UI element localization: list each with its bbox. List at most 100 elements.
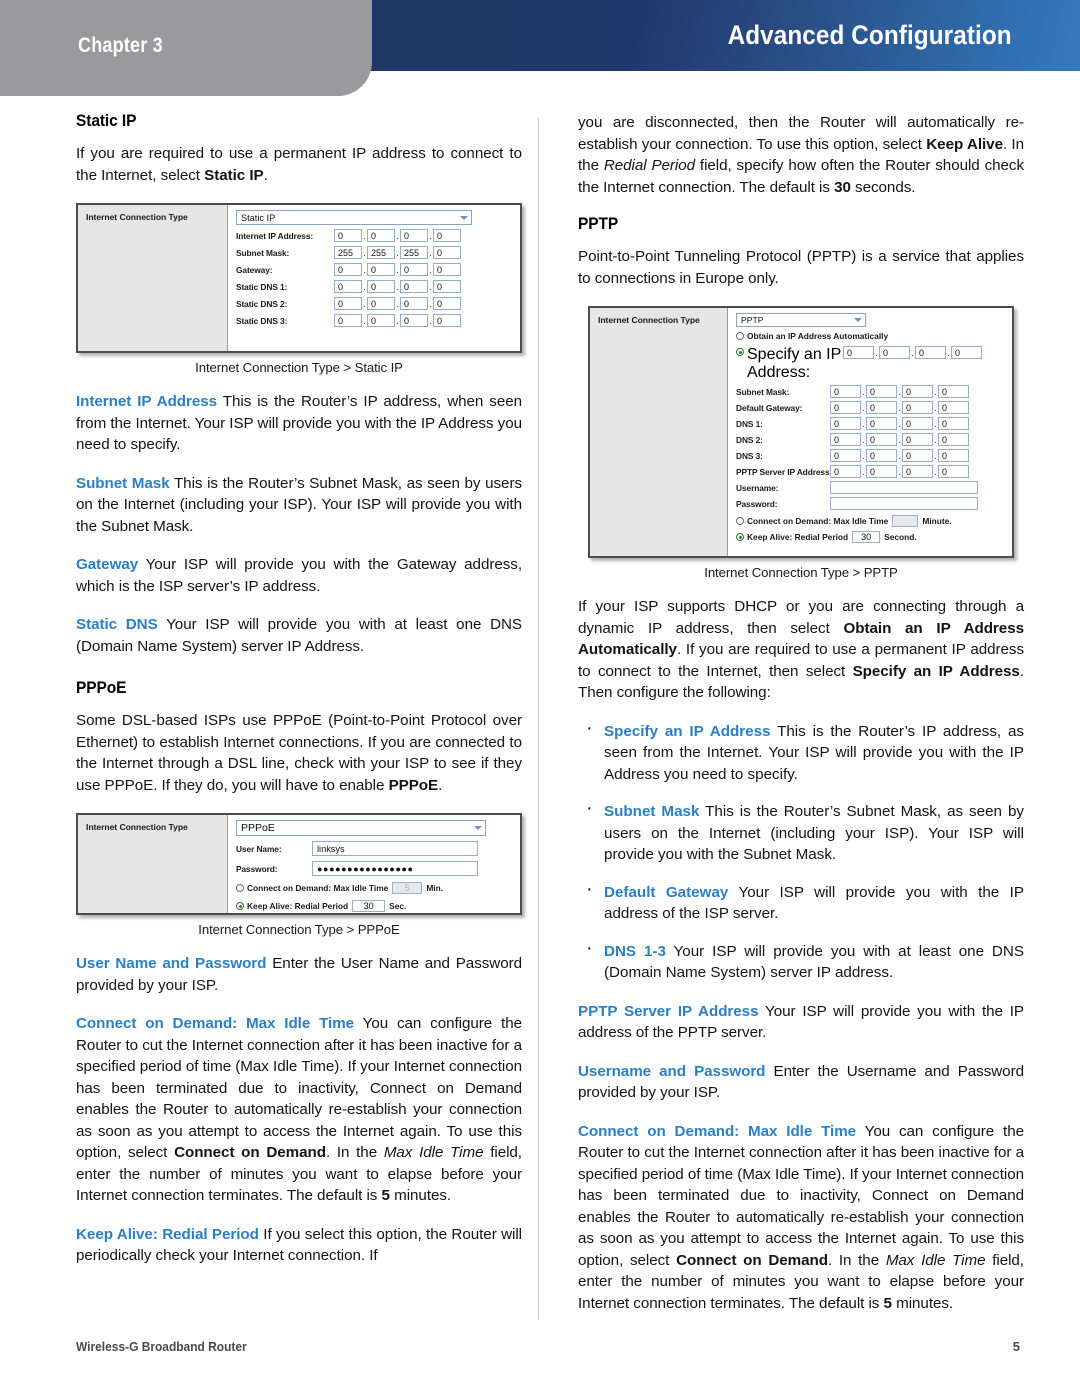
term-label: Subnet Mask [76,474,170,492]
ip-octet-input[interactable]: 0 [938,401,969,414]
term-label: Connect on Demand: Max Idle Time [76,1015,355,1032]
ip-octet-input[interactable]: 0 [367,314,395,327]
ip-octet-input[interactable]: 0 [334,263,362,276]
ip-octet-input[interactable]: 0 [938,433,969,446]
ip-octet-input[interactable]: 255 [334,246,362,259]
password-input[interactable]: ●●●●●●●●●●●●●●●● [312,861,478,876]
max-idle-time-input[interactable]: 5 [392,882,423,894]
field-label: Username: [736,482,779,493]
router-ui-pptp: Internet Connection Type PPTP Obtain an … [588,306,1014,558]
left-column: Static IP If you are required to use a p… [76,112,522,1267]
ip-octet-input[interactable]: 0 [367,229,395,242]
ip-octet-input[interactable]: 0 [938,465,969,478]
ip-octet-input[interactable]: 0 [902,465,933,478]
pptp-field-rows: Subnet Mask: 0. 0. 0. 0 Default Gateway: 0. 0. 0… [736,385,1006,478]
text-seg: You can configure the Router to cut the … [76,1015,522,1161]
page-header: Chapter 3 Advanced Configuration [0,0,1080,96]
ip-octet-input[interactable]: 0 [334,280,362,293]
ip-octet-input[interactable]: 0 [433,246,461,259]
text-seg: minutes. [389,1187,452,1204]
text-seg: Your ISP will provide you with the Gatew… [76,556,522,595]
username-input[interactable] [830,481,978,494]
max-idle-time-input[interactable] [892,515,919,527]
password-input[interactable] [830,497,978,510]
ip-octet-input[interactable]: 0 [334,229,362,242]
ip-octet-input[interactable]: 0 [400,280,428,293]
ip-octet-input[interactable]: 0 [433,263,461,276]
ip-octet-input[interactable]: 0 [830,465,861,478]
ip-octet-input[interactable]: 0 [400,263,428,276]
ip-octet-input[interactable]: 0 [866,417,897,430]
text-italic: Max Idle Time [383,1144,484,1161]
ip-octet-input[interactable]: 0 [843,346,874,359]
internet-connection-type-label: Internet Connection Type [598,315,700,325]
text-bold: Connect on Demand [174,1144,326,1161]
paragraph-static-dns: Static DNS Your ISP will provide you wit… [76,614,522,657]
ip-octet-input[interactable]: 0 [938,449,969,462]
ip-octet-input[interactable]: 0 [879,346,910,359]
radio-keep-alive[interactable] [236,902,244,910]
ip-octet-input[interactable]: 0 [830,433,861,446]
ip-octet-input[interactable]: 0 [866,401,897,414]
ip-octet-input[interactable]: 0 [433,297,461,310]
radio-obtain-ip-automatically[interactable] [736,332,744,340]
ip-octet-input[interactable]: 0 [433,280,461,293]
radio-connect-on-demand[interactable] [236,884,244,892]
ip-octet-input[interactable]: 0 [830,401,861,414]
field-label: Static DNS 1: [236,281,288,292]
ip-octet-input[interactable]: 0 [400,229,428,242]
redial-period-input[interactable]: 30 [352,900,386,912]
ip-octet-input[interactable]: 0 [367,263,395,276]
ip-octet-input[interactable]: 0 [830,449,861,462]
unit-label: Sec. [389,901,407,911]
radio-keep-alive[interactable] [736,533,744,541]
ip-octet-input[interactable]: 0 [334,314,362,327]
ip-octet-input[interactable]: 0 [938,385,969,398]
term-label: Specify an IP Address [604,722,771,740]
text-bold: Keep Alive [926,135,1003,153]
radio-connect-on-demand[interactable] [736,517,744,525]
connection-type-select[interactable]: PPPoE [236,820,486,836]
field-row: Static DNS 3: 0. 0. 0. 0 [236,314,514,327]
chevron-down-icon [474,826,482,830]
ip-octet-input[interactable]: 0 [334,297,362,310]
ip-octet-input[interactable]: 0 [915,346,946,359]
ip-octet-input[interactable]: 0 [400,297,428,310]
ip-octet-input[interactable]: 0 [938,417,969,430]
connection-type-select[interactable]: Static IP [236,210,472,225]
ip-octet-input[interactable]: 0 [830,417,861,430]
paragraph-keep-alive: Keep Alive: Redial Period If you select … [76,1224,522,1267]
ip-octet-input[interactable]: 0 [902,417,933,430]
ip-octet-input[interactable]: 0 [866,433,897,446]
ip-octet-group: 0.0.0.0 [830,417,974,430]
list-item: Specify an IP Address This is the Router… [578,718,1024,786]
ip-octet-input[interactable]: 0 [866,449,897,462]
ip-octet-input[interactable]: 0 [902,401,933,414]
figure-caption: Internet Connection Type > PPTP [704,565,898,580]
ip-octet-input[interactable]: 0 [367,280,395,293]
ip-octet-input[interactable]: 0 [866,385,897,398]
radio-specify-ip-address[interactable] [736,348,744,356]
ip-octet-input[interactable]: 0 [902,449,933,462]
field-label: Subnet Mask: [236,247,290,258]
redial-period-input[interactable]: 30 [852,531,881,543]
ip-octet-group: 0.0.0.0 [334,280,466,293]
figure-pptp: Internet Connection Type PPTP Obtain an … [588,306,1014,580]
ip-octet-input[interactable]: 0 [433,314,461,327]
ip-octet-input[interactable]: 255 [367,246,395,259]
ip-octet-input[interactable]: 0 [902,385,933,398]
ip-octet-input[interactable]: 0 [400,314,428,327]
paragraph-keep-alive-continued: you are disconnected, then the Router wi… [578,112,1024,198]
ip-octet-input[interactable]: 0 [367,297,395,310]
ip-octet-input[interactable]: 255 [400,246,428,259]
page-title: Advanced Configuration [727,20,1012,50]
ip-octet-input[interactable]: 0 [866,465,897,478]
ip-octet-input[interactable]: 0 [951,346,982,359]
ip-octet-input[interactable]: 0 [902,433,933,446]
text-bold: Specify an IP Address [852,662,1020,680]
user-name-input[interactable]: linksys [312,841,478,856]
ip-octet-input[interactable]: 0 [830,385,861,398]
ip-octet-group: 0.0.0.0 [830,449,974,462]
ip-octet-input[interactable]: 0 [433,229,461,242]
connection-type-select[interactable]: PPTP [736,313,866,327]
